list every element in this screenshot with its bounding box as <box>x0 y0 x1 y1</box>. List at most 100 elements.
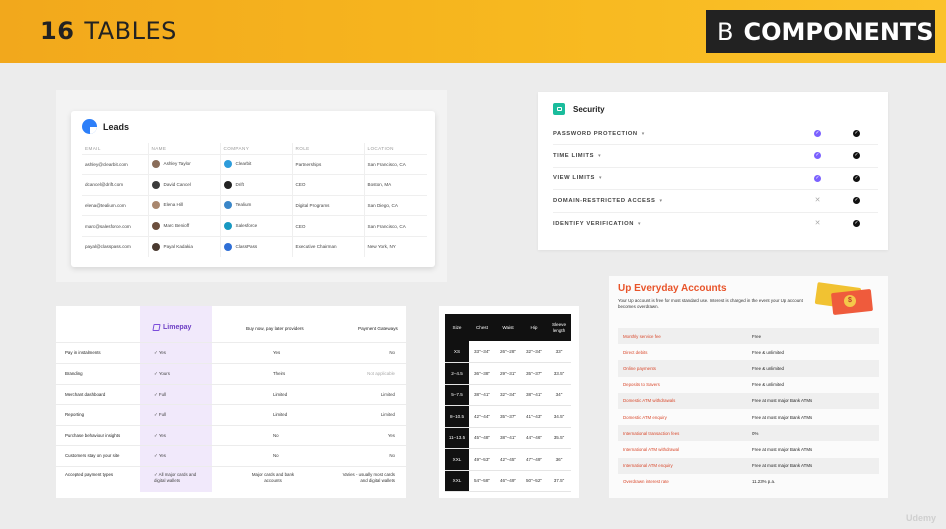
chevron-down-icon[interactable]: ▾ <box>598 153 601 159</box>
company-logo-icon <box>223 222 232 231</box>
gateway-value: No <box>389 350 395 355</box>
chevron-down-icon[interactable]: ▾ <box>659 198 662 204</box>
lead-location: Boston, MA <box>363 174 427 196</box>
fee-name: Direct debits <box>623 349 648 355</box>
limepay-comparison-card: Limepay Buy now, pay later providers Pay… <box>56 306 406 498</box>
size-measurement: 35"–37" <box>495 405 521 428</box>
size-measurement: 36"–38" <box>469 362 495 385</box>
fee-name: Domestic ATM enquiry <box>623 414 667 420</box>
security-row: IDENTIFY VERIFICATION ▾ ✕ ✓ <box>553 213 878 235</box>
fee-value: 11.23% p.a. <box>752 479 776 485</box>
size-measurement: 26"–28" <box>495 341 521 363</box>
fee-row: Monthly service fee Free <box>618 328 879 345</box>
leads-column-header: ROLE <box>291 143 364 154</box>
lead-name-cell: David Cancel <box>147 174 220 196</box>
fee-name: Deposits to Savers <box>623 382 660 388</box>
lead-email: dcancel@drift.com <box>82 174 148 196</box>
leads-table-card: Leads EMAIL NAME COMPANY ROLE LOCATION ashle… <box>71 111 435 267</box>
check-icon: ✓ <box>814 174 821 182</box>
security-header: Security <box>553 103 605 115</box>
security-row: TIME LIMITS ▾ ✓ ✓ <box>553 145 878 168</box>
feature-label: Accepted payment types <box>65 472 114 477</box>
lead-company-cell: Clearbit <box>219 153 292 175</box>
lead-location: New York, NY <box>363 235 427 257</box>
gateway-value: Yes <box>387 433 395 438</box>
comparison-row: Pay in instalments ✓ Yes Yes No <box>56 342 406 363</box>
lead-company: ClassPass <box>235 244 258 250</box>
security-rows: PASSWORD PROTECTION ▾ ✓ ✓ TIME LIMITS ▾ ✓ ✓ VIEW… <box>553 123 878 235</box>
size-measurement: 45"–48" <box>469 427 495 449</box>
company-logo-icon <box>223 160 232 169</box>
section-label: B COMPONENTS <box>706 10 935 53</box>
comparison-row: Reporting ✓ Full Limited Limited <box>56 404 406 425</box>
size-measurement: 35"–37" <box>521 362 547 385</box>
lead-location: San Francisco, CA <box>363 215 427 237</box>
security-title: Security <box>573 104 605 114</box>
fee-row: Online payments Free & unlimited <box>618 360 879 377</box>
lead-company-cell: Drift <box>219 174 292 196</box>
bnpl-value: Major cards and bank accounts <box>251 472 295 483</box>
limepay-value: ✓ Yes <box>154 350 166 355</box>
size-chart-table: Size Chest Waist Hip Sleeve length XS 33"–34"… <box>445 314 571 492</box>
leads-header: Leads <box>82 119 129 134</box>
security-row-label: IDENTIFY VERIFICATION <box>553 220 634 227</box>
leads-table: EMAIL NAME COMPANY ROLE LOCATION ashley@clea… <box>82 143 427 257</box>
lead-company: Tealium <box>235 202 252 208</box>
size-measurement: 33" <box>547 341 571 363</box>
cross-icon: ✕ <box>814 197 821 205</box>
feature-label: Pay in instalments <box>65 350 101 355</box>
chevron-down-icon[interactable]: ▾ <box>638 221 641 227</box>
lead-name: Marc Benioff <box>163 223 190 229</box>
avatar <box>151 180 160 189</box>
size-measurement: 34" <box>547 384 571 406</box>
size-measurement: 38"–41" <box>495 427 521 449</box>
feature-label: Purchase behaviour insights <box>65 433 121 438</box>
lead-company: Salesforce <box>235 223 258 229</box>
lecture-title: 16 TABLES <box>40 17 177 45</box>
company-logo-icon <box>223 180 232 189</box>
fee-value: Free at most major Bank ATMs <box>752 414 813 420</box>
fee-name: Online payments <box>623 365 656 371</box>
fee-row: Domestic ATM enquiry Free at most major B… <box>618 409 879 425</box>
avatar <box>151 201 160 210</box>
table-row: 5–7.5 38"–41" 32"–34" 38"–41" 34" <box>445 384 571 406</box>
fee-name: International ATM withdrawal <box>623 446 680 452</box>
company-logo-icon <box>223 242 232 251</box>
comparison-row: Customers stay on your site ✓ Yes No No <box>56 445 406 466</box>
size-measurement: 47"–49" <box>521 448 547 471</box>
security-row: DOMAIN-RESTRICTED ACCESS ▾ ✕ ✓ <box>553 190 878 213</box>
fee-value: Free & unlimited <box>752 382 784 388</box>
check-icon: ✓ <box>814 130 821 137</box>
size-measurement: 41"–43" <box>521 405 547 428</box>
limepay-value: ✓ Full <box>154 412 166 417</box>
lead-role: Partnerships <box>291 153 364 175</box>
security-row: VIEW LIMITS ▾ ✓ ✓ <box>553 168 878 191</box>
fee-row: Overdrawn interest rate 11.23% p.a. <box>618 474 879 490</box>
size-measurement: 42"–45" <box>495 448 521 471</box>
lead-role: CEO <box>291 174 364 196</box>
table-row: 8–10.5 42"–44" 35"–37" 41"–43" 34.5" <box>445 405 571 428</box>
limepay-value: ✓ Full <box>154 392 166 397</box>
comparison-row: Purchase behaviour insights ✓ Yes No Yes <box>56 425 406 446</box>
limepay-value: ✓ Yes <box>154 453 166 458</box>
lock-icon <box>553 103 565 115</box>
gateway-value: Varies - usually most cards and digital … <box>342 472 395 483</box>
leads-column-header: LOCATION <box>363 143 427 154</box>
size-measurement: 29"–31" <box>495 362 521 385</box>
lead-name: Payal Kadakia <box>163 244 193 250</box>
table-row: ashley@clearbit.com Ashley Taylor Clearbit… <box>82 153 427 175</box>
table-row: XXL 49"–53" 42"–45" 47"–49" 36" <box>445 448 571 471</box>
lead-company-cell: Tealium <box>219 194 292 216</box>
size-measurement: 50"–52" <box>521 470 547 492</box>
security-row-label: DOMAIN-RESTRICTED ACCESS <box>553 197 656 204</box>
chevron-down-icon[interactable]: ▾ <box>642 131 645 137</box>
check-icon: ✓ <box>853 152 860 160</box>
limepay-value: ✓ Yours <box>154 371 170 376</box>
fee-value: Free at most major Bank ATMs <box>752 398 813 404</box>
size-measurement: 37.5" <box>547 470 571 492</box>
check-icon: ✓ <box>853 174 860 182</box>
lead-name-cell: Ashley Taylor <box>147 153 220 175</box>
chevron-down-icon[interactable]: ▾ <box>599 175 602 181</box>
up-accounts-card: Up Everyday Accounts Your Up account is … <box>609 276 888 498</box>
size-label: XXL <box>445 448 469 471</box>
